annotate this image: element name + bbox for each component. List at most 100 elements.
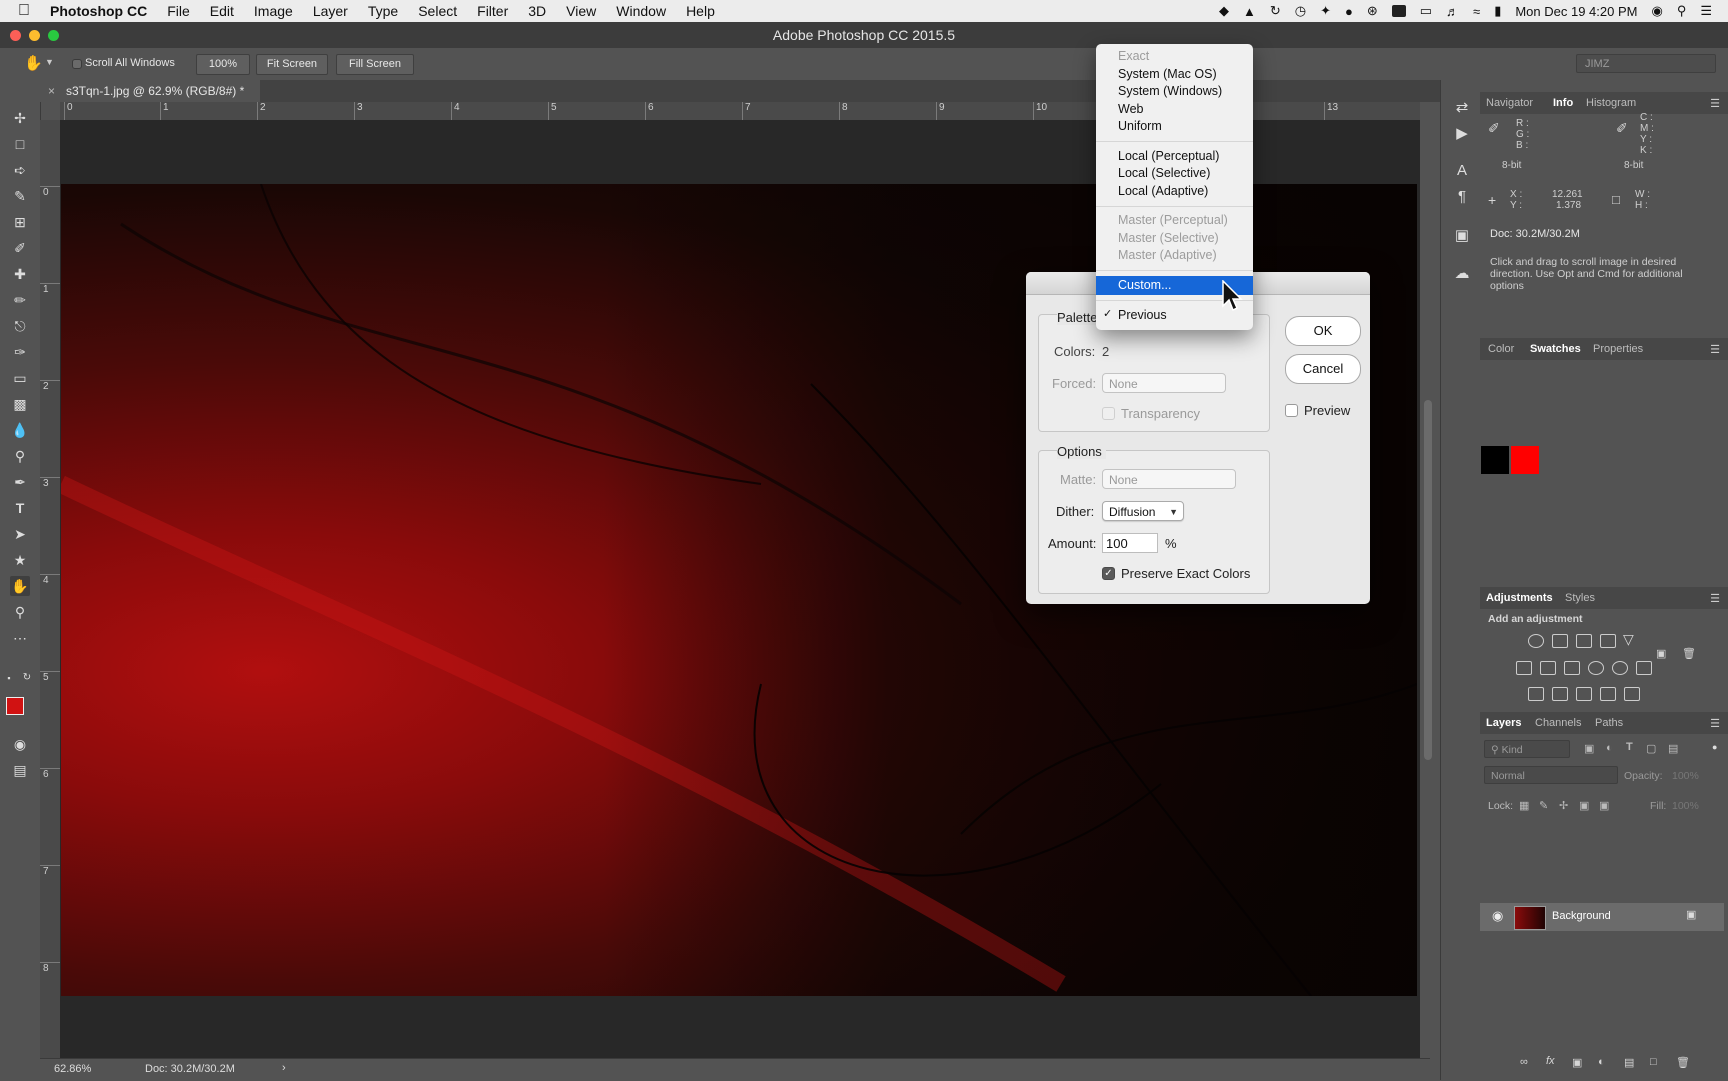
amount-input[interactable]: 100 bbox=[1102, 533, 1158, 553]
screen-mode-icon[interactable]: ▤ bbox=[10, 760, 30, 780]
selective-color-adjustment-icon[interactable] bbox=[1600, 687, 1616, 701]
colors-value[interactable]: 2 bbox=[1102, 344, 1109, 359]
notification-center-icon[interactable]: ☰ bbox=[1700, 3, 1712, 19]
keyboard-icon[interactable] bbox=[1391, 5, 1406, 17]
eraser-tool-icon[interactable]: ▭ bbox=[10, 368, 30, 388]
color-lookup-adjustment-icon[interactable] bbox=[1636, 661, 1652, 675]
more-tools-icon[interactable]: ⋯ bbox=[10, 628, 30, 648]
character-icon[interactable]: A bbox=[1453, 162, 1471, 180]
zoom-level[interactable]: 62.86% bbox=[54, 1063, 91, 1075]
layer-row-background[interactable]: ◉ Background ▣ bbox=[1480, 903, 1724, 931]
actions-play-icon[interactable]: ▶ bbox=[1453, 124, 1471, 142]
lock-position-icon[interactable]: ✢ bbox=[1559, 799, 1568, 812]
vibrance-adjustment-icon[interactable]: ▽ bbox=[1623, 631, 1634, 648]
apple-icon[interactable]:  bbox=[18, 2, 36, 20]
filter-type-icon[interactable]: T bbox=[1626, 741, 1633, 753]
panel-menu-icon[interactable]: ☰ bbox=[1710, 592, 1720, 605]
quick-mask-icon[interactable]: ◉ bbox=[10, 734, 30, 754]
close-window-button[interactable] bbox=[10, 30, 21, 41]
delete-layer-icon[interactable]: 🗑 bbox=[1676, 1056, 1690, 1069]
crop-tool-icon[interactable]: ⊞ bbox=[10, 212, 30, 232]
swap-colors-icon[interactable]: ↻ bbox=[22, 668, 32, 688]
palette-option-system-macos[interactable]: System (Mac OS) bbox=[1118, 66, 1217, 83]
airplay-icon[interactable]: ▭ bbox=[1420, 3, 1432, 19]
invert-adjustment-icon[interactable] bbox=[1528, 687, 1544, 701]
posterize-adjustment-icon[interactable] bbox=[1552, 687, 1568, 701]
doc-size[interactable]: Doc: 30.2M/30.2M bbox=[145, 1063, 235, 1075]
lasso-tool-icon[interactable]: ➪ bbox=[10, 160, 30, 180]
menu-filter[interactable]: Filter bbox=[477, 3, 508, 19]
brush-tool-icon[interactable]: ✏ bbox=[10, 290, 30, 310]
lock-artboard-icon[interactable]: ▣ bbox=[1579, 799, 1589, 812]
menu-window[interactable]: Window bbox=[616, 3, 666, 19]
menu-file[interactable]: File bbox=[167, 3, 190, 19]
default-colors-icon[interactable]: ▪ bbox=[4, 668, 14, 688]
tab-channels[interactable]: Channels bbox=[1535, 712, 1581, 734]
menu-type[interactable]: Type bbox=[368, 3, 398, 19]
clone-stamp-tool-icon[interactable]: ⎋ bbox=[10, 316, 30, 336]
forced-select[interactable]: None bbox=[1102, 373, 1226, 393]
workspace-switcher[interactable]: JIMZ bbox=[1576, 54, 1716, 73]
drive-icon[interactable]: ▲ bbox=[1243, 4, 1256, 19]
marquee-tool-icon[interactable]: □ bbox=[10, 134, 30, 154]
levels-adjustment-icon[interactable] bbox=[1552, 634, 1568, 648]
3d-cube-icon[interactable]: ▣ bbox=[1453, 226, 1471, 244]
menu-view[interactable]: View bbox=[566, 3, 596, 19]
pen-tool-icon[interactable]: ✒ bbox=[10, 472, 30, 492]
panel-menu-icon[interactable]: ☰ bbox=[1710, 343, 1720, 356]
gradient-map-adjustment-icon[interactable] bbox=[1624, 687, 1640, 701]
filter-shape-icon[interactable]: ▢ bbox=[1646, 742, 1656, 755]
dropbox-icon[interactable]: ◆ bbox=[1219, 3, 1229, 19]
tab-layers[interactable]: Layers bbox=[1486, 712, 1521, 734]
fill-screen-button[interactable]: Fill Screen bbox=[336, 54, 414, 75]
menu-select[interactable]: Select bbox=[418, 3, 457, 19]
layer-name[interactable]: Background bbox=[1552, 910, 1611, 922]
fit-screen-button[interactable]: Fit Screen bbox=[256, 54, 328, 75]
preview-checkbox[interactable] bbox=[1285, 404, 1298, 417]
history-icon[interactable]: ⇄ bbox=[1453, 98, 1471, 116]
document-tab[interactable]: × s3Tqn-1.jpg @ 62.9% (RGB/8#) * bbox=[40, 80, 260, 102]
move-tool-icon[interactable]: ✢ bbox=[10, 108, 30, 128]
vertical-ruler[interactable]: 0 1 2 3 4 5 6 7 8 bbox=[40, 120, 61, 1060]
cancel-button[interactable]: Cancel bbox=[1285, 354, 1361, 384]
tab-histogram[interactable]: Histogram bbox=[1586, 92, 1636, 114]
blend-mode-select[interactable]: Normal bbox=[1484, 766, 1618, 784]
tab-styles[interactable]: Styles bbox=[1565, 587, 1595, 609]
menu-app-name[interactable]: Photoshop CC bbox=[50, 3, 147, 19]
tab-color[interactable]: Color bbox=[1488, 338, 1514, 360]
vertical-scrollbar[interactable] bbox=[1424, 400, 1432, 760]
panel-menu-icon[interactable]: ☰ bbox=[1710, 717, 1720, 730]
eye-visibility-icon[interactable]: ◉ bbox=[1492, 908, 1503, 924]
opacity-value[interactable]: 100% bbox=[1672, 770, 1699, 782]
filter-pixel-icon[interactable]: ▣ bbox=[1584, 742, 1594, 755]
lock-all-icon[interactable]: ▣ bbox=[1599, 799, 1609, 812]
custom-shape-tool-icon[interactable]: ★ bbox=[10, 550, 30, 570]
scroll-all-windows-checkbox[interactable] bbox=[72, 59, 82, 69]
time-machine-icon[interactable]: ◷ bbox=[1295, 3, 1306, 19]
dither-select[interactable]: Diffusion ▼ bbox=[1102, 501, 1184, 521]
palette-option-uniform[interactable]: Uniform bbox=[1118, 118, 1162, 135]
creative-cloud-icon[interactable]: ☁ bbox=[1453, 264, 1471, 282]
bluetooth-icon[interactable]: ⊛ bbox=[1367, 3, 1378, 19]
matte-select[interactable]: None bbox=[1102, 469, 1236, 489]
chevron-right-icon[interactable]: › bbox=[282, 1062, 286, 1074]
swatch-black[interactable] bbox=[1481, 446, 1509, 474]
photo-filter-adjustment-icon[interactable] bbox=[1588, 661, 1604, 675]
quick-select-tool-icon[interactable]: ✎ bbox=[10, 186, 30, 206]
tab-swatches[interactable]: Swatches bbox=[1530, 338, 1581, 360]
hand-tool-icon[interactable]: ✋ bbox=[10, 576, 30, 596]
hue-saturation-adjustment-icon[interactable] bbox=[1516, 661, 1532, 675]
palette-option-local-adaptive[interactable]: Local (Adaptive) bbox=[1118, 183, 1208, 200]
mic-icon[interactable]: ● bbox=[1345, 4, 1353, 19]
menu-edit[interactable]: Edit bbox=[210, 3, 234, 19]
eyedropper-tool-icon[interactable]: ✐ bbox=[10, 238, 30, 258]
new-layer-icon[interactable]: □ bbox=[1650, 1056, 1657, 1068]
hand-tool-preset-icon[interactable]: ✋ bbox=[24, 54, 43, 72]
paragraph-icon[interactable]: ¶ bbox=[1453, 188, 1471, 206]
bolt-icon[interactable]: ✦ bbox=[1320, 3, 1331, 19]
blur-tool-icon[interactable]: 💧 bbox=[10, 420, 30, 440]
transparency-checkbox[interactable] bbox=[1102, 407, 1115, 420]
delete-swatch-icon[interactable]: 🗑 bbox=[1682, 647, 1696, 660]
threshold-adjustment-icon[interactable] bbox=[1576, 687, 1592, 701]
menu-3d[interactable]: 3D bbox=[528, 3, 546, 19]
